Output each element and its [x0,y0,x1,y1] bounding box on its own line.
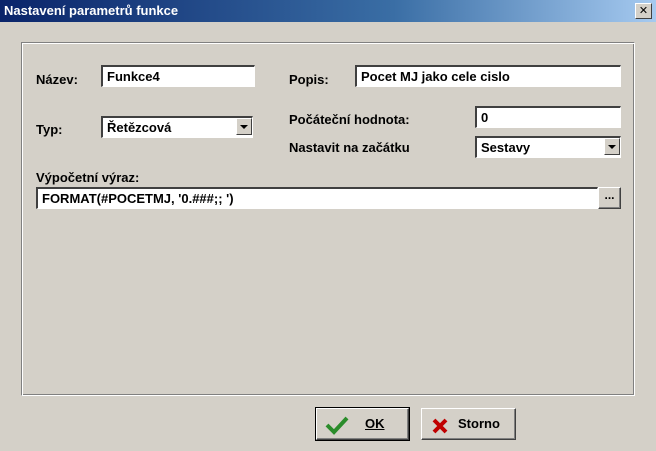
ok-button[interactable]: OK [315,407,410,441]
vyraz-value: FORMAT(#POCETMJ, '0.###;; ') [42,191,234,206]
title-bar: Nastavení parametrů funkce ✕ [0,0,656,22]
storno-label: Storno [458,416,500,431]
nastavit-label: Nastavit na začátku [289,140,410,155]
vyraz-input[interactable]: FORMAT(#POCETMJ, '0.###;; ') [36,187,598,209]
pocatecni-label: Počáteční hodnota: [289,112,410,127]
typ-label: Typ: [36,122,63,137]
popis-label: Popis: [289,72,329,87]
close-button[interactable]: ✕ [635,3,652,19]
typ-select[interactable]: Řetězcová [101,116,253,138]
typ-value: Řetězcová [107,120,172,135]
popis-input[interactable]: Pocet MJ jako cele cislo [355,65,621,87]
pocatecni-value: 0 [481,110,489,125]
close-icon: ✕ [638,4,649,17]
nazev-label: Název: [36,72,78,87]
storno-button[interactable]: Storno [421,408,516,440]
pocatecni-input[interactable]: 0 [475,106,621,128]
form-panel [21,42,635,396]
chevron-down-icon[interactable] [236,118,252,135]
nazev-input[interactable]: Funkce4 [101,65,255,87]
ellipsis-label: ... [604,188,615,202]
ok-label: OK [365,416,385,431]
nastavit-select[interactable]: Sestavy [475,136,621,158]
nazev-value: Funkce4 [107,69,160,84]
ellipsis-button[interactable]: ... [598,187,621,209]
vyraz-label: Výpočetní výraz: [36,170,140,185]
popis-value: Pocet MJ jako cele cislo [361,69,510,84]
nastavit-value: Sestavy [481,140,531,155]
chevron-down-icon[interactable] [604,138,620,155]
check-icon [325,416,349,435]
window-title: Nastavení parametrů funkce [4,3,179,18]
x-icon [432,418,448,434]
